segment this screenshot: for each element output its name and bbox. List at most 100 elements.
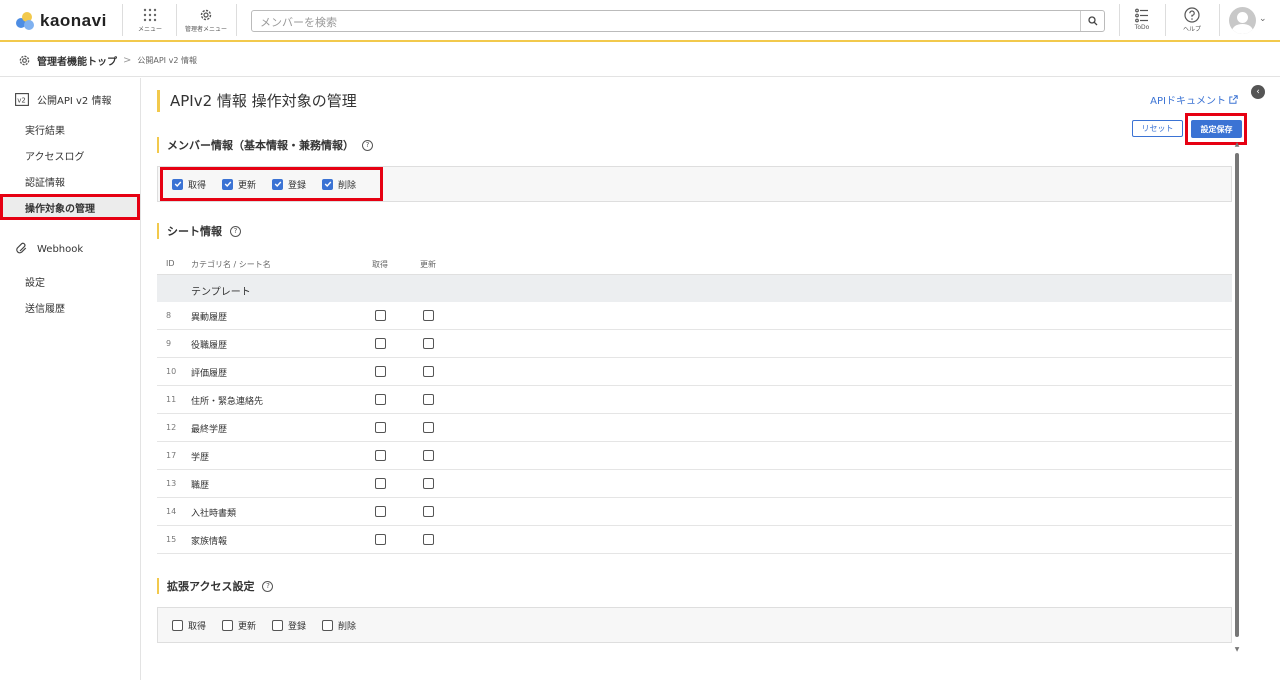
main-content: APIv2 情報 操作対象の管理 APIドキュメント リセット 設定保存 メンバ… (141, 78, 1247, 680)
member-options-highlight (160, 167, 383, 201)
sheet-id: 11 (166, 395, 177, 404)
external-link-icon (1229, 95, 1238, 104)
sheet-get-checkbox[interactable] (375, 506, 386, 517)
col-id: ID (166, 259, 175, 268)
sheet-update-checkbox[interactable] (423, 310, 434, 321)
table-row: 11 住所・緊急連絡先 (157, 386, 1232, 414)
todo-button[interactable]: ToDo (1128, 6, 1156, 36)
scroll-down-icon[interactable]: ▼ (1233, 646, 1241, 653)
search-input[interactable] (252, 12, 1072, 33)
main-scrollbar[interactable]: ▲ ▼ (1233, 141, 1241, 655)
extended-access-section-title: 拡張アクセス設定 ? (157, 578, 274, 594)
sheet-update-checkbox[interactable] (423, 422, 434, 433)
checkbox-unchecked-icon (322, 619, 334, 631)
save-button[interactable]: 設定保存 (1191, 120, 1242, 138)
sheet-update-checkbox[interactable] (423, 450, 434, 461)
chevron-down-icon[interactable]: ⌄ (1259, 14, 1267, 24)
breadcrumb-admin-top-link[interactable]: 管理者機能トップ (37, 53, 117, 68)
search-button[interactable] (1080, 11, 1104, 31)
kaonavi-logo[interactable]: kaonavi (16, 10, 107, 32)
sheet-name: 職歴 (191, 481, 210, 491)
help-label: ヘルプ (1182, 26, 1201, 33)
help-icon[interactable]: ? (362, 139, 373, 151)
menu-label: メニュー (137, 26, 162, 33)
header-divider (1165, 4, 1166, 36)
help-icon[interactable]: ? (262, 580, 274, 592)
sheet-get-checkbox[interactable] (375, 338, 386, 349)
sheet-id: 17 (166, 451, 177, 460)
collapse-panel-icon[interactable]: ‹ (1251, 85, 1265, 99)
sheet-update-checkbox[interactable] (423, 534, 434, 545)
sheet-name: 家族情報 (191, 537, 228, 547)
ext-update-checkbox[interactable]: 更新 (222, 619, 256, 632)
table-row: 9 役職履歴 (157, 330, 1232, 358)
sidebar-group-api-v2: v2 公開API v2 情報 (0, 86, 140, 112)
sheet-name: 入社時書類 (191, 509, 237, 519)
scroll-up-icon[interactable]: ▲ (1233, 141, 1241, 148)
sidebar-group-webhook: Webhook (0, 236, 140, 262)
svg-text:v2: v2 (17, 96, 26, 104)
table-row: 12 最終学歴 (157, 414, 1232, 442)
gear-icon (199, 6, 213, 24)
table-row: 8 異動履歴 (157, 302, 1232, 330)
checkbox-unchecked-icon (272, 619, 284, 631)
sheet-id: 8 (166, 311, 172, 320)
sheet-section-title: シート情報 ? (157, 223, 241, 239)
sheet-id: 15 (166, 535, 177, 544)
api-document-label: APIドキュメント (1150, 96, 1226, 107)
search-icon (1087, 16, 1097, 26)
todo-label: ToDo (1134, 24, 1150, 31)
sheet-get-checkbox[interactable] (375, 366, 386, 377)
sheet-update-checkbox[interactable] (423, 506, 434, 517)
sheet-update-checkbox[interactable] (423, 394, 434, 405)
sidebar-item-auth-info[interactable]: 認証情報 (0, 168, 140, 194)
sheet-id: 14 (166, 507, 177, 516)
ext-delete-checkbox[interactable]: 削除 (322, 619, 356, 632)
gear-icon (19, 55, 30, 65)
member-section-title: メンバー情報（基本情報・兼務情報） ? (157, 137, 373, 153)
table-row: 10 評価履歴 (157, 358, 1232, 386)
sidebar-item-access-log[interactable]: アクセスログ (0, 142, 140, 168)
sheet-update-checkbox[interactable] (423, 366, 434, 377)
api-document-link[interactable]: APIドキュメント (1150, 92, 1238, 107)
member-section-label: メンバー情報（基本情報・兼務情報） (167, 139, 354, 152)
table-row: 15 家族情報 (157, 526, 1232, 554)
sidebar-item-target-management[interactable]: 操作対象の管理 (0, 194, 140, 220)
scrollbar-thumb[interactable] (1235, 153, 1239, 637)
admin-menu-button[interactable]: 管理者メニュー (180, 6, 232, 36)
sheet-get-checkbox[interactable] (375, 422, 386, 433)
sheet-name: 最終学歴 (191, 425, 228, 435)
menu-button[interactable]: メニュー (133, 6, 167, 36)
sheet-section-label: シート情報 (167, 225, 222, 238)
member-search (251, 10, 1105, 33)
sheet-name: 学歴 (191, 453, 210, 463)
user-avatar[interactable] (1229, 7, 1256, 34)
sidebar-item-webhook-settings[interactable]: 設定 (0, 268, 140, 294)
header-divider (1119, 4, 1120, 36)
sheet-name: 住所・緊急連絡先 (191, 397, 264, 407)
todo-list-icon (1135, 6, 1149, 24)
sheet-get-checkbox[interactable] (375, 310, 386, 321)
breadcrumb-current: 公開API v2 情報 (137, 55, 197, 65)
sidebar-item-execution-results[interactable]: 実行結果 (0, 116, 140, 142)
logo-mark-icon (16, 12, 34, 30)
sidebar-group-label: Webhook (37, 243, 84, 255)
api-v2-icon: v2 (15, 92, 29, 106)
reset-button[interactable]: リセット (1132, 120, 1183, 137)
help-icon[interactable]: ? (230, 225, 241, 237)
logo-text: kaonavi (40, 11, 107, 30)
sheet-name: 評価履歴 (191, 369, 228, 379)
ext-get-checkbox[interactable]: 取得 (172, 619, 206, 632)
sheet-get-checkbox[interactable] (375, 394, 386, 405)
col-get: 取得 (372, 260, 388, 269)
sheet-get-checkbox[interactable] (375, 534, 386, 545)
sidebar-item-send-history[interactable]: 送信履歴 (0, 294, 140, 320)
sheet-update-checkbox[interactable] (423, 338, 434, 349)
sheet-table-header: ID カテゴリ名 / シート名 取得 更新 (157, 256, 1232, 273)
sheet-get-checkbox[interactable] (375, 450, 386, 461)
extended-access-label: 拡張アクセス設定 (167, 580, 255, 593)
sheet-update-checkbox[interactable] (423, 478, 434, 489)
ext-register-checkbox[interactable]: 登録 (272, 619, 306, 632)
sheet-get-checkbox[interactable] (375, 478, 386, 489)
help-button[interactable]: ヘルプ (1174, 6, 1210, 36)
